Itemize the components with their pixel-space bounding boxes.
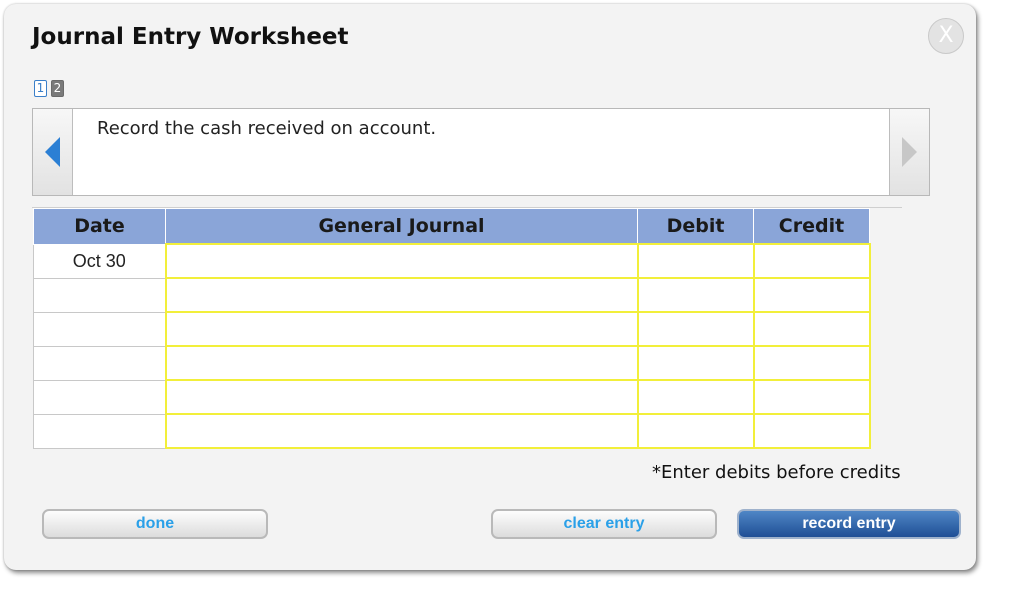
debits-before-credits-note: *Enter debits before credits bbox=[652, 462, 901, 483]
credit-input[interactable] bbox=[754, 313, 869, 345]
column-header-credit: Credit bbox=[753, 208, 870, 245]
debit-cell bbox=[636, 243, 755, 279]
column-header-general-journal: General Journal bbox=[165, 208, 638, 245]
date-cell bbox=[33, 277, 166, 313]
credit-input[interactable] bbox=[754, 347, 869, 379]
debit-cell bbox=[636, 277, 755, 313]
account-input[interactable] bbox=[166, 415, 637, 447]
journal-entry-dialog: Journal Entry Worksheet X 1 2 Record the… bbox=[4, 4, 976, 570]
debit-input[interactable] bbox=[638, 415, 753, 447]
transaction-prompt-text: Record the cash received on account. bbox=[97, 118, 437, 139]
triangle-right-icon bbox=[902, 137, 917, 167]
debit-cell bbox=[636, 379, 755, 415]
debit-input[interactable] bbox=[638, 245, 753, 277]
table-row bbox=[33, 379, 871, 415]
credit-cell bbox=[752, 243, 871, 279]
account-input[interactable] bbox=[166, 347, 637, 379]
dialog-title: Journal Entry Worksheet bbox=[32, 24, 349, 50]
triangle-left-icon bbox=[45, 137, 60, 167]
page-1-button[interactable]: 1 bbox=[34, 80, 47, 97]
debit-cell bbox=[636, 345, 755, 381]
previous-transaction-button[interactable] bbox=[33, 109, 73, 195]
done-button[interactable]: done bbox=[42, 509, 268, 539]
debit-cell bbox=[636, 413, 755, 449]
debit-input[interactable] bbox=[638, 313, 753, 345]
date-cell: Oct 30 bbox=[33, 243, 166, 279]
account-cell bbox=[164, 413, 639, 449]
column-header-date: Date bbox=[33, 208, 166, 245]
account-cell bbox=[164, 345, 639, 381]
debit-input[interactable] bbox=[638, 381, 753, 413]
date-cell bbox=[33, 413, 166, 449]
table-row: Oct 30 bbox=[33, 243, 871, 279]
close-button[interactable]: X bbox=[928, 18, 964, 54]
credit-cell bbox=[752, 379, 871, 415]
account-input[interactable] bbox=[166, 245, 637, 277]
page-2-button[interactable]: 2 bbox=[51, 80, 64, 97]
next-transaction-button[interactable] bbox=[889, 109, 929, 195]
record-entry-button[interactable]: record entry bbox=[737, 509, 961, 539]
credit-cell bbox=[752, 345, 871, 381]
account-input[interactable] bbox=[166, 313, 637, 345]
date-cell bbox=[33, 311, 166, 347]
page-selector: 1 2 bbox=[34, 80, 64, 97]
date-cell bbox=[33, 345, 166, 381]
account-cell bbox=[164, 311, 639, 347]
credit-cell bbox=[752, 277, 871, 313]
account-cell bbox=[164, 379, 639, 415]
account-cell bbox=[164, 243, 639, 279]
credit-input[interactable] bbox=[754, 381, 869, 413]
account-input[interactable] bbox=[166, 279, 637, 311]
table-row bbox=[33, 277, 871, 313]
credit-cell bbox=[752, 413, 871, 449]
date-cell bbox=[33, 379, 166, 415]
table-row bbox=[33, 345, 871, 381]
column-header-debit: Debit bbox=[637, 208, 754, 245]
debit-input[interactable] bbox=[638, 347, 753, 379]
credit-input[interactable] bbox=[754, 415, 869, 447]
account-cell bbox=[164, 277, 639, 313]
clear-entry-button[interactable]: clear entry bbox=[491, 509, 717, 539]
transaction-prompt-box: Record the cash received on account. bbox=[32, 108, 930, 196]
credit-cell bbox=[752, 311, 871, 347]
close-icon: X bbox=[938, 23, 954, 48]
account-input[interactable] bbox=[166, 381, 637, 413]
credit-input[interactable] bbox=[754, 279, 869, 311]
journal-table: Date General Journal Debit Credit Oct 30 bbox=[33, 208, 871, 449]
table-row bbox=[33, 413, 871, 449]
table-row bbox=[33, 311, 871, 347]
debit-cell bbox=[636, 311, 755, 347]
debit-input[interactable] bbox=[638, 279, 753, 311]
credit-input[interactable] bbox=[754, 245, 869, 277]
table-header-row: Date General Journal Debit Credit bbox=[33, 208, 870, 245]
